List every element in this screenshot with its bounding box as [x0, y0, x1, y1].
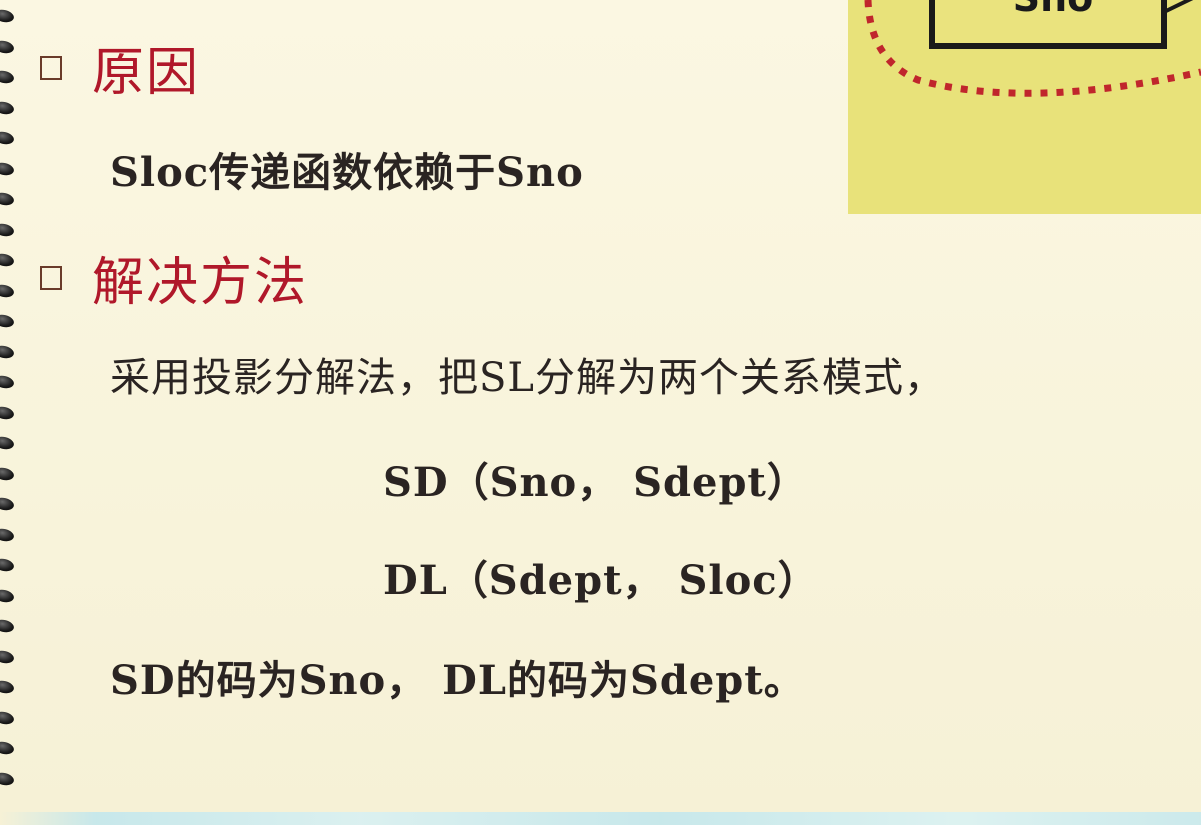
binder-ring — [0, 374, 16, 390]
binder-ring — [0, 618, 16, 634]
reason-text: Sloc传递函数依赖于Sno — [110, 149, 584, 196]
binder-ring — [0, 8, 16, 24]
slide: Sno 原因 Sloc传递函数依赖于Sno 解决方法 采用投影分解法，把SL分解… — [0, 0, 1201, 825]
diagram-svg — [864, 0, 1201, 97]
binder-ring — [0, 221, 16, 238]
diagram-fragment: Sno — [848, 0, 1201, 214]
binder-ring — [0, 282, 16, 299]
binder-ring — [0, 770, 16, 787]
binder-ring — [0, 526, 16, 543]
sno-box-label: Sno — [943, 0, 1163, 20]
solution-intro: 采用投影分解法，把SL分解为两个关系模式， — [110, 355, 945, 401]
binder-ring — [0, 709, 16, 726]
schema-dl: DL（Sdept， Sloc） — [383, 557, 819, 604]
section-title-solution: 解决方法 — [92, 253, 309, 313]
keys-text: SD的码为Sno， DL的码为Sdept。 — [110, 657, 805, 704]
binder-ring — [0, 435, 16, 451]
binder-ring — [0, 191, 16, 207]
binder-ring — [0, 404, 16, 421]
binder-ring — [0, 69, 16, 85]
binder-ring — [0, 252, 16, 268]
binder-ring — [0, 740, 16, 756]
schema-sd: SD（Sno， Sdept） — [383, 459, 808, 506]
binder-ring — [0, 160, 16, 177]
binder-ring — [0, 648, 16, 665]
square-bullet-icon — [40, 55, 62, 80]
bottom-artifact — [0, 812, 1201, 825]
section-reason: 原因 — [40, 30, 200, 105]
binder-ring — [0, 679, 16, 695]
binder-ring — [0, 130, 16, 146]
section-title-reason: 原因 — [92, 43, 201, 103]
connector-line — [1163, 0, 1194, 14]
section-solution: 解决方法 — [40, 240, 308, 315]
binder-ring — [0, 343, 16, 360]
binder-ring — [0, 496, 16, 512]
binder-ring — [0, 313, 16, 329]
square-bullet-icon — [40, 265, 62, 290]
binder-ring — [0, 99, 16, 116]
binder-ring — [0, 557, 16, 573]
binder-ring — [0, 587, 16, 604]
binder-ring — [0, 38, 16, 55]
binder-ring — [0, 465, 16, 482]
binder-rings — [0, 0, 24, 800]
